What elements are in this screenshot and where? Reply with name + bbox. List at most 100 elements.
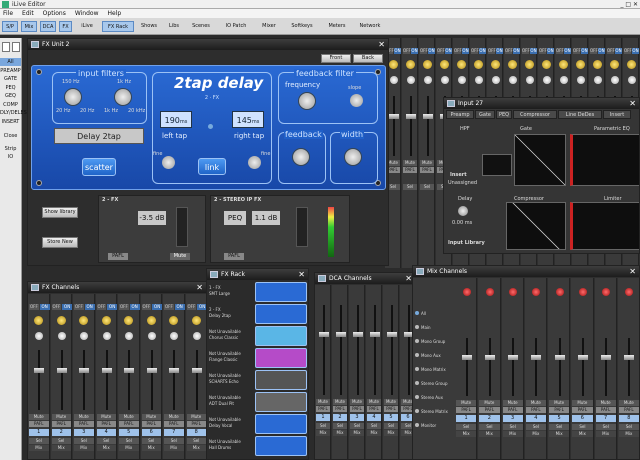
menu-options[interactable]: Options: [43, 10, 66, 17]
off-button[interactable]: OFF: [186, 304, 197, 310]
mute-button[interactable]: Mute: [572, 400, 593, 406]
pan-knob[interactable]: [610, 76, 619, 84]
rack-unit-thumbnail[interactable]: [255, 436, 307, 456]
mute-led-icon[interactable]: [462, 288, 471, 296]
gain-knob[interactable]: [541, 60, 551, 69]
off-button[interactable]: OFF: [522, 48, 530, 54]
pan-knob[interactable]: [102, 332, 111, 340]
fader-cap[interactable]: [422, 114, 433, 119]
off-button[interactable]: OFF: [164, 304, 174, 310]
fader-track[interactable]: [322, 305, 325, 395]
fader-cap[interactable]: [369, 332, 380, 337]
fader-track[interactable]: [105, 350, 108, 410]
on-button[interactable]: ON: [62, 304, 72, 310]
mute-led-icon[interactable]: [602, 288, 611, 296]
mix-button[interactable]: Mix: [572, 431, 593, 437]
gain-knob[interactable]: [490, 60, 500, 69]
pan-knob[interactable]: [474, 76, 483, 84]
pafl-button[interactable]: PAFL: [525, 407, 546, 413]
off-button[interactable]: OFF: [488, 48, 496, 54]
gain-knob[interactable]: [169, 316, 179, 325]
fader-cap[interactable]: [318, 332, 329, 337]
sidebar-item-gate[interactable]: GATE: [0, 75, 21, 83]
gain-knob[interactable]: [575, 60, 585, 69]
back-button[interactable]: Back: [353, 54, 383, 63]
mix-button[interactable]: Mix: [29, 445, 49, 451]
gain-knob[interactable]: [456, 60, 466, 69]
feedback-knob[interactable]: [292, 148, 310, 166]
rack-unit-thumbnail[interactable]: [255, 392, 307, 412]
option-all[interactable]: All: [415, 310, 455, 318]
show-library-button[interactable]: Show library: [42, 207, 78, 218]
fader-cap[interactable]: [34, 368, 45, 373]
toolbar-mix[interactable]: Mix: [21, 21, 37, 32]
sel-button[interactable]: Sel: [119, 438, 139, 444]
gain-knob[interactable]: [34, 316, 44, 325]
fader-track[interactable]: [392, 96, 395, 156]
option-monitor[interactable]: Monitor: [415, 422, 455, 430]
pafl-button[interactable]: PAFL: [420, 167, 434, 173]
mute-button[interactable]: Mute: [186, 414, 206, 420]
gain-knob[interactable]: [439, 60, 449, 69]
pafl-button[interactable]: PAFL: [74, 421, 94, 427]
fx-return-db[interactable]: -3.5 dB: [138, 211, 166, 225]
on-button[interactable]: ON: [632, 48, 639, 54]
pan-knob[interactable]: [406, 76, 415, 84]
fader-cap[interactable]: [335, 332, 346, 337]
mute-button[interactable]: Mute: [141, 414, 161, 420]
on-button[interactable]: ON: [428, 48, 435, 54]
lpf-knob[interactable]: [114, 88, 132, 106]
sidebar-item-strip[interactable]: Strip: [0, 145, 21, 153]
fader-cap[interactable]: [554, 355, 565, 361]
pan-knob[interactable]: [576, 76, 585, 84]
fader-cap[interactable]: [169, 368, 180, 373]
sel-button[interactable]: Sel: [316, 423, 330, 429]
off-button[interactable]: OFF: [403, 48, 411, 54]
option-mono-matrix[interactable]: Mono Matrix: [415, 366, 455, 374]
close-icon[interactable]: ✕: [378, 39, 385, 50]
fader-track[interactable]: [38, 350, 41, 410]
gain-knob[interactable]: [124, 316, 134, 325]
fader-cap[interactable]: [484, 355, 495, 361]
sidebar-top-icon[interactable]: [2, 42, 10, 52]
gain-knob[interactable]: [473, 60, 483, 69]
off-button[interactable]: OFF: [29, 304, 39, 310]
fader-cap[interactable]: [388, 114, 399, 119]
fader-track[interactable]: [628, 338, 631, 396]
pafl-button[interactable]: PAFL: [119, 421, 139, 427]
toolbar-ilive[interactable]: iLive: [75, 21, 99, 32]
toolbar-scenes[interactable]: Scenes: [187, 21, 215, 32]
toolbar-dca[interactable]: DCA: [40, 21, 56, 32]
mute-led-icon[interactable]: [532, 288, 541, 296]
sidebar-item-insert[interactable]: INSERT: [0, 118, 21, 126]
sel-button[interactable]: Sel: [420, 184, 434, 190]
pafl-button[interactable]: PAFL: [572, 407, 593, 413]
fader-cap[interactable]: [405, 114, 416, 119]
pan-knob[interactable]: [440, 76, 449, 84]
gain-knob[interactable]: [56, 316, 66, 325]
fx-send-fader[interactable]: [296, 207, 308, 247]
mute-button[interactable]: Mute: [502, 400, 523, 406]
toolbar-mixer[interactable]: Mixer: [257, 21, 281, 32]
rack-unit-thumbnail[interactable]: [255, 348, 307, 368]
sel-button[interactable]: Sel: [618, 424, 639, 430]
pafl-button[interactable]: PAFL: [549, 407, 570, 413]
pafl-button[interactable]: PAFL: [595, 407, 616, 413]
fader-track[interactable]: [605, 338, 608, 396]
sidebar-top-icon[interactable]: [12, 42, 20, 52]
off-button[interactable]: OFF: [624, 48, 632, 54]
sel-button[interactable]: Sel: [29, 438, 49, 444]
menu-window[interactable]: Window: [75, 10, 99, 17]
pafl-button[interactable]: PAFL: [456, 407, 477, 413]
tab-peq[interactable]: PEQ: [496, 110, 512, 119]
close-icon[interactable]: ✕: [629, 266, 636, 277]
pan-knob[interactable]: [508, 76, 517, 84]
mix-button[interactable]: Mix: [333, 430, 347, 436]
pafl-button[interactable]: PAFL: [479, 407, 500, 413]
sel-button[interactable]: Sel: [403, 184, 417, 190]
toolbar-fx-rack[interactable]: FX Rack: [102, 21, 134, 32]
mute-led-icon[interactable]: [509, 288, 518, 296]
pan-knob[interactable]: [525, 76, 534, 84]
on-button[interactable]: ON: [39, 304, 50, 310]
gain-knob[interactable]: [422, 60, 432, 69]
